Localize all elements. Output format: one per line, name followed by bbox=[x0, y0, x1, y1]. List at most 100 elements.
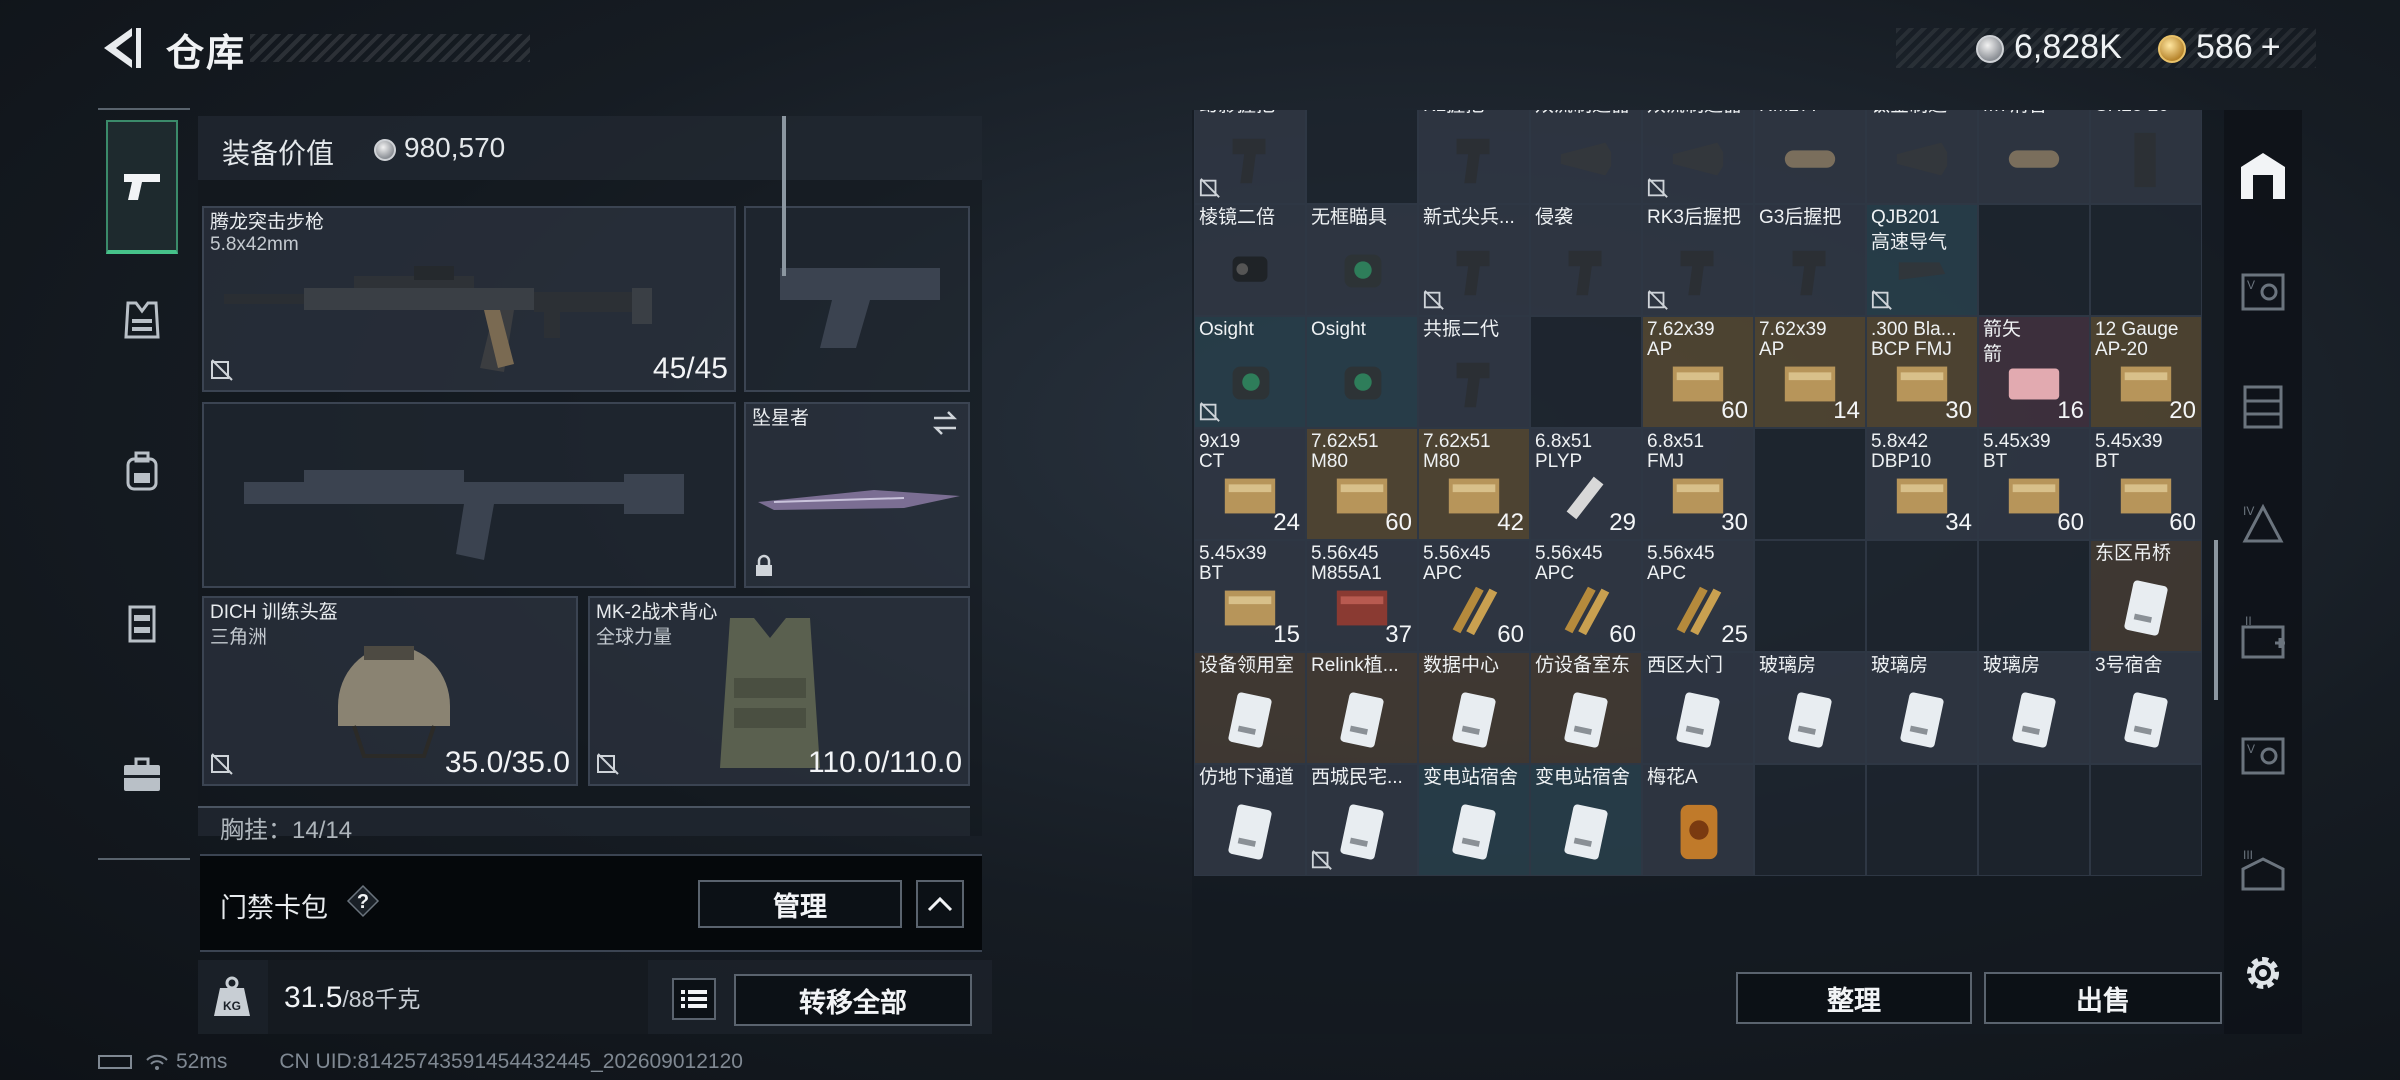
vest-slot[interactable]: MK-2战术背心 全球力量 110.0/110.0 bbox=[588, 596, 970, 786]
inventory-item[interactable]: 东区吊桥 bbox=[2090, 540, 2202, 652]
inventory-item[interactable]: Osight bbox=[1306, 316, 1418, 428]
nav-armor[interactable] bbox=[106, 252, 178, 386]
inventory-item[interactable]: 12 Gauge AP-20 20 bbox=[2090, 316, 2202, 428]
inventory-item[interactable]: 5.45x39 BT 60 bbox=[1978, 428, 2090, 540]
inventory-item[interactable]: 5.8x42 DBP10 34 bbox=[1866, 428, 1978, 540]
nav-shelf[interactable] bbox=[2234, 378, 2292, 436]
inventory-empty-slot[interactable] bbox=[1530, 316, 1642, 428]
inventory-item[interactable]: 5.56x45 APC 25 bbox=[1642, 540, 1754, 652]
inventory-item[interactable]: 7.62x39 AP 60 bbox=[1642, 316, 1754, 428]
inventory-item[interactable]: G3后握把 bbox=[1754, 204, 1866, 316]
sell-button[interactable]: 出售 bbox=[1984, 972, 2222, 1024]
inventory-item[interactable]: SR25 20 bbox=[2090, 110, 2202, 204]
inventory-item[interactable]: QJB201 高速导气 bbox=[1866, 204, 1978, 316]
inventory-item[interactable]: 7.62x39 AP 14 bbox=[1754, 316, 1866, 428]
inventory-item[interactable]: 钛金制退 bbox=[1866, 110, 1978, 204]
melee-slot[interactable]: 坠星者 bbox=[744, 402, 970, 588]
inventory-item[interactable]: 棱镜二倍 bbox=[1194, 204, 1306, 316]
equipment-scrollbar[interactable] bbox=[782, 116, 786, 276]
inventory-item[interactable]: 变电站宿舍 bbox=[1418, 764, 1530, 876]
inventory-item[interactable]: 双流制退器 bbox=[1642, 110, 1754, 204]
nav-case[interactable] bbox=[106, 708, 178, 842]
primary-weapon-slot[interactable]: 腾龙突击步枪 5.8x42mm 45/45 bbox=[202, 206, 736, 392]
inventory-item[interactable]: 梅花A bbox=[1642, 764, 1754, 876]
inventory-item[interactable]: 仿设备室东 bbox=[1530, 652, 1642, 764]
inventory-item[interactable]: 玻璃房 bbox=[1978, 652, 2090, 764]
inventory-empty-slot[interactable] bbox=[1978, 764, 2090, 876]
inventory-item[interactable]: 无框瞄具 bbox=[1306, 204, 1418, 316]
inventory-item[interactable]: RK3后握把 bbox=[1642, 204, 1754, 316]
inventory-item[interactable]: 西城民宅... bbox=[1306, 764, 1418, 876]
inventory-empty-slot[interactable] bbox=[1754, 764, 1866, 876]
chest-rig-row[interactable]: 胸挂：14/14 bbox=[198, 806, 970, 844]
nav-backpack[interactable] bbox=[106, 404, 178, 538]
inventory-item[interactable]: 西区大门 bbox=[1642, 652, 1754, 764]
inventory-empty-slot[interactable] bbox=[1754, 428, 1866, 540]
inventory-item[interactable]: 5.45x39 BT 15 bbox=[1194, 540, 1306, 652]
back-button[interactable] bbox=[98, 24, 142, 72]
inventory-empty-slot[interactable] bbox=[1978, 540, 2090, 652]
inventory-item[interactable]: 箭矢箭 16 bbox=[1978, 316, 2090, 428]
equipment-value-label: 装备价值 bbox=[222, 138, 335, 169]
inventory-item[interactable]: 3号宿舍 bbox=[2090, 652, 2202, 764]
inventory-item[interactable]: M7消音 bbox=[1978, 110, 2090, 204]
inventory-item[interactable]: .300 Bla... BCP FMJ 30 bbox=[1866, 316, 1978, 428]
inventory-item[interactable]: Relink植... bbox=[1306, 652, 1418, 764]
help-icon[interactable]: ? bbox=[346, 884, 380, 918]
inventory-item[interactable]: 6.8x51 PLYP 29 bbox=[1530, 428, 1642, 540]
inventory-item[interactable]: 7.62x51 M80 42 bbox=[1418, 428, 1530, 540]
inventory-item[interactable]: 双流制退器 bbox=[1530, 110, 1642, 204]
inventory-item[interactable]: 6.8x51 FMJ 30 bbox=[1642, 428, 1754, 540]
inventory-item[interactable]: Osight bbox=[1194, 316, 1306, 428]
nav-crate-iii[interactable]: III bbox=[2234, 842, 2292, 900]
inventory-item[interactable]: 7.62x51 M80 60 bbox=[1306, 428, 1418, 540]
inventory-item[interactable]: 侵袭 bbox=[1530, 204, 1642, 316]
sort-button[interactable]: 整理 bbox=[1736, 972, 1972, 1024]
inventory-empty-slot[interactable] bbox=[1754, 540, 1866, 652]
inventory-item[interactable]: 玻璃房 bbox=[1754, 652, 1866, 764]
inventory-empty-slot[interactable] bbox=[2090, 204, 2202, 316]
silver-currency: 6,828K bbox=[1976, 28, 2122, 67]
inventory-empty-slot[interactable] bbox=[1306, 110, 1418, 204]
nav-safe-iv[interactable]: IV bbox=[2234, 494, 2292, 552]
helmet-slot[interactable]: DICH 训练头盔 三角洲 35.0/35.0 bbox=[202, 596, 578, 786]
inventory-empty-slot[interactable] bbox=[1978, 204, 2090, 316]
inventory-empty-slot[interactable] bbox=[1866, 764, 1978, 876]
inventory-item[interactable]: 幻影握把 bbox=[1194, 110, 1306, 204]
gold-currency[interactable]: 586 + bbox=[2158, 28, 2281, 67]
inventory-scrollbar[interactable] bbox=[2214, 540, 2218, 700]
nav-safe-v2[interactable]: V bbox=[2234, 726, 2292, 784]
nav-safe-v[interactable]: V bbox=[2234, 262, 2292, 320]
inventory-empty-slot[interactable] bbox=[2090, 764, 2202, 876]
sidearm-slot[interactable] bbox=[744, 206, 970, 392]
nav-storage[interactable] bbox=[2234, 146, 2292, 204]
nav-medkit-ii[interactable]: II bbox=[2234, 610, 2292, 668]
inventory-item[interactable]: 5.56x45 APC 60 bbox=[1530, 540, 1642, 652]
nav-rig[interactable] bbox=[106, 556, 178, 690]
inventory-item[interactable]: 仿地下通道 bbox=[1194, 764, 1306, 876]
swap-icon[interactable] bbox=[930, 410, 960, 436]
add-gold-icon[interactable]: + bbox=[2261, 28, 2281, 66]
bullets-icon bbox=[1452, 586, 1498, 636]
transfer-all-button[interactable]: 转移全部 bbox=[734, 974, 972, 1026]
inventory-item[interactable]: 新式尖兵... bbox=[1418, 204, 1530, 316]
inventory-item[interactable]: RM277 bbox=[1754, 110, 1866, 204]
settings-button[interactable] bbox=[2234, 944, 2292, 1002]
inventory-item[interactable]: 设备领用室 bbox=[1194, 652, 1306, 764]
inventory-item[interactable]: 5.56x45 APC 60 bbox=[1418, 540, 1530, 652]
inventory-item[interactable]: K1握把 bbox=[1418, 110, 1530, 204]
list-view-button[interactable] bbox=[672, 978, 716, 1020]
inventory-item[interactable]: 玻璃房 bbox=[1866, 652, 1978, 764]
item-name: 5.56x45 bbox=[1311, 543, 1379, 564]
inventory-item[interactable]: 9x19 CT 24 bbox=[1194, 428, 1306, 540]
inventory-item[interactable]: 5.45x39 BT 60 bbox=[2090, 428, 2202, 540]
nav-weapons[interactable] bbox=[106, 120, 178, 254]
inventory-item[interactable]: 共振二代 bbox=[1418, 316, 1530, 428]
manage-button[interactable]: 管理 bbox=[698, 880, 902, 928]
inventory-item[interactable]: 变电站宿舍 bbox=[1530, 764, 1642, 876]
inventory-item[interactable]: 5.56x45 M855A1 37 bbox=[1306, 540, 1418, 652]
secondary-weapon-slot[interactable] bbox=[202, 402, 736, 588]
inventory-empty-slot[interactable] bbox=[1866, 540, 1978, 652]
collapse-button[interactable] bbox=[916, 880, 964, 928]
inventory-item[interactable]: 数据中心 bbox=[1418, 652, 1530, 764]
